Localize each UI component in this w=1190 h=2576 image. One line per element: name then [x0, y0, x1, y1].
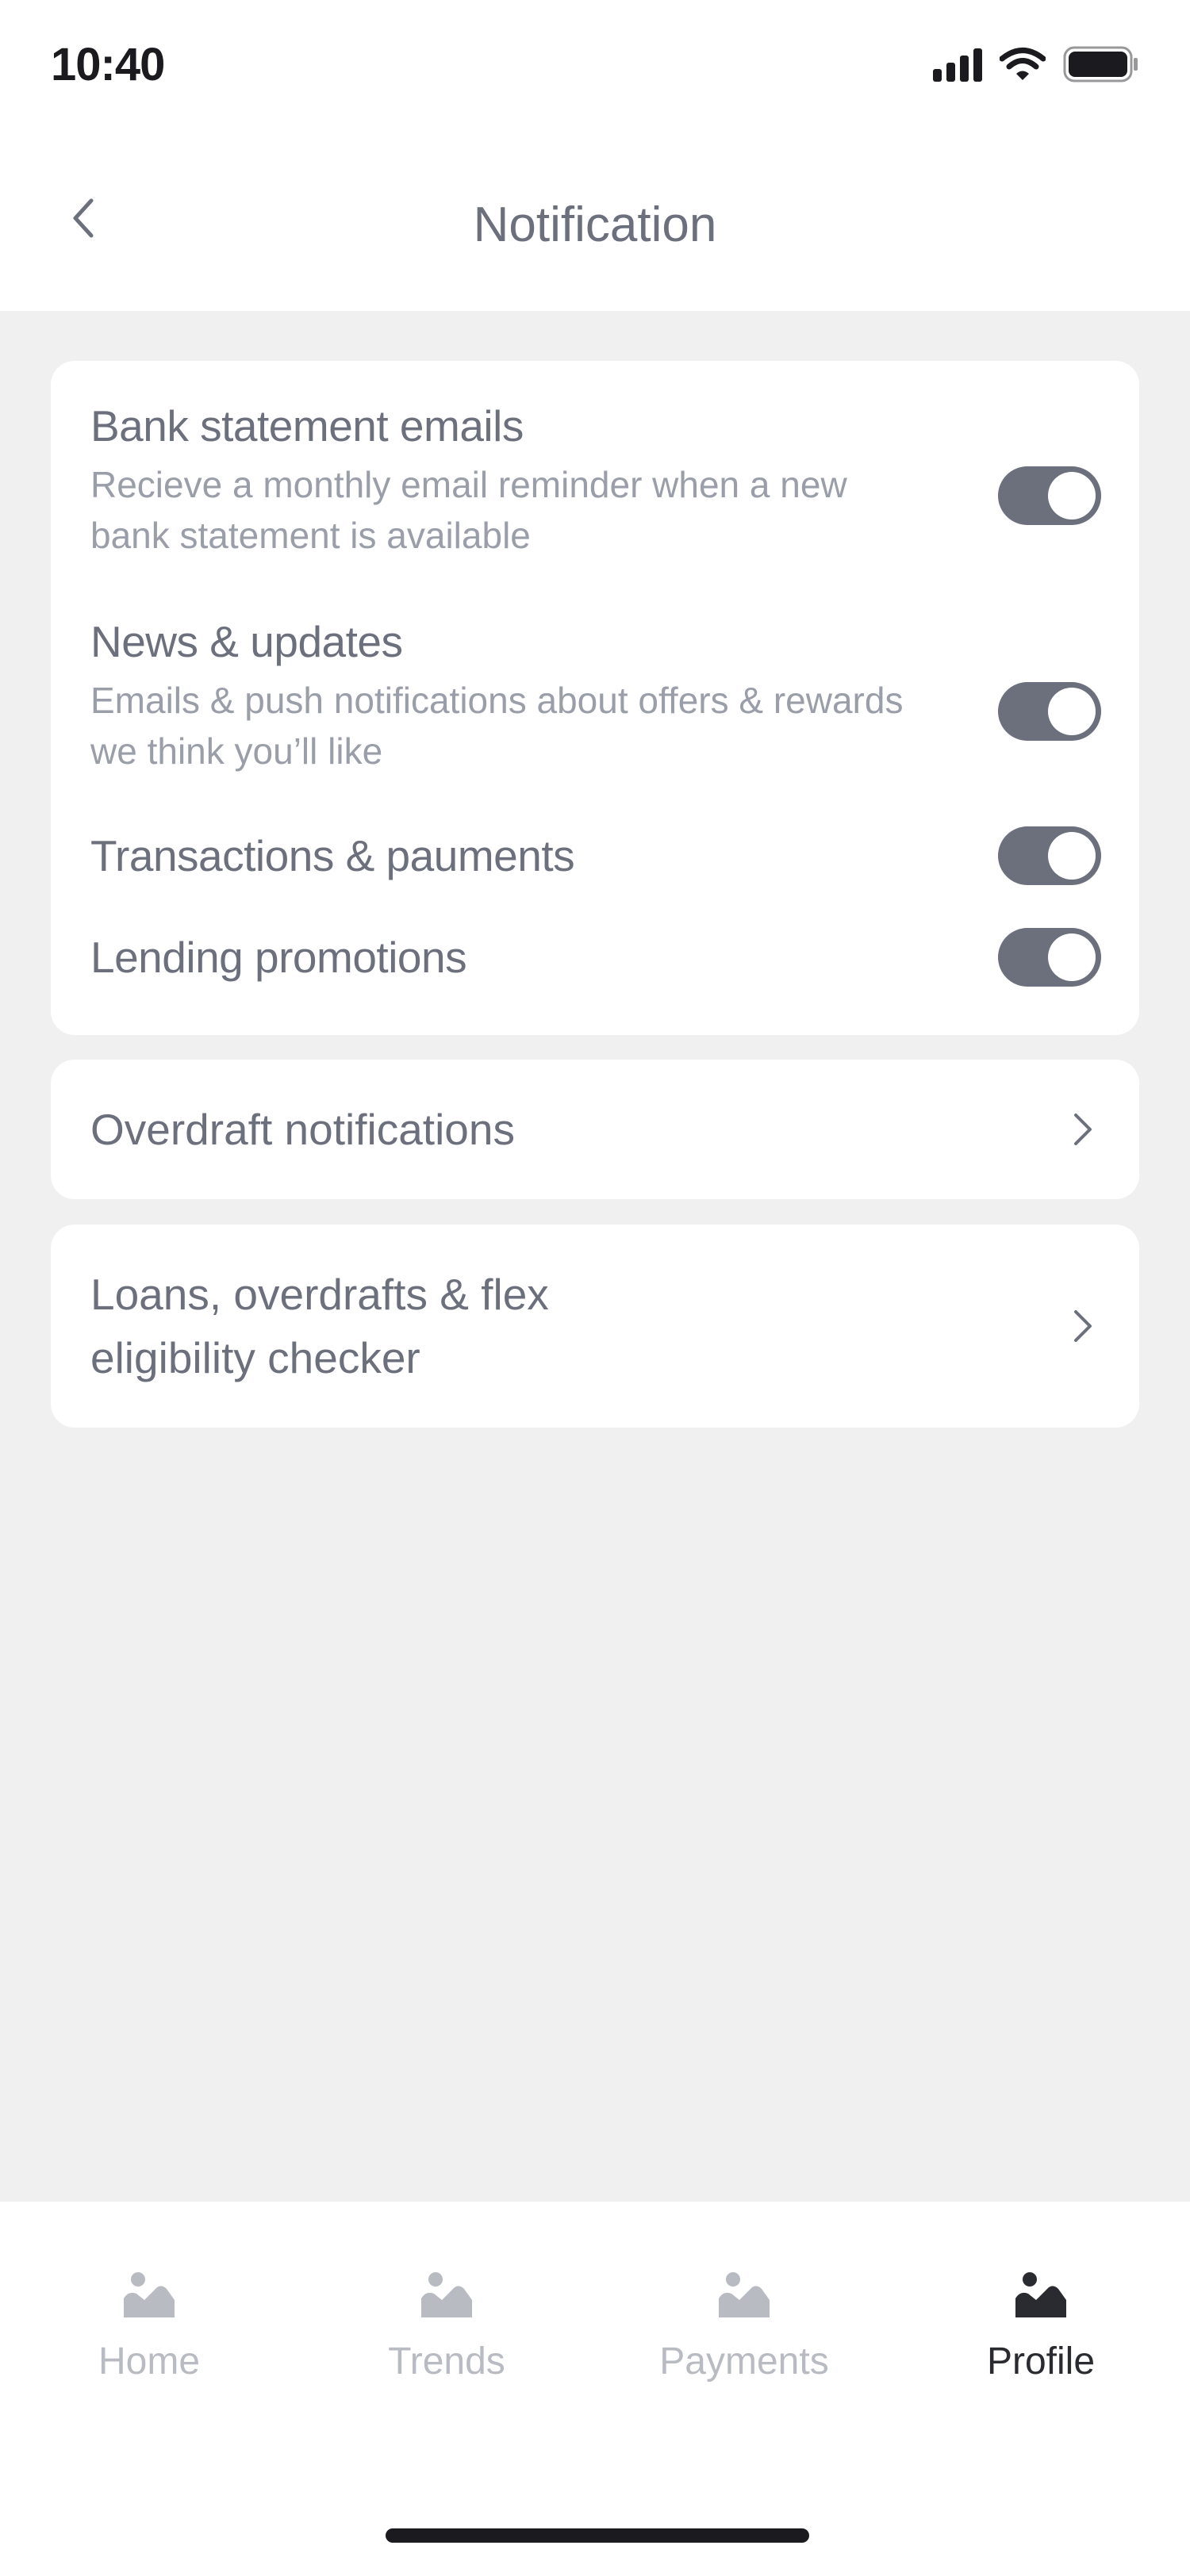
tab-label: Payments [659, 2340, 829, 2382]
tab-label: Home [98, 2340, 201, 2382]
toggle-knob [1048, 472, 1096, 519]
chevron-right-icon [1074, 1310, 1092, 1342]
toggle-knob [1048, 832, 1096, 880]
news-updates-toggle[interactable] [998, 682, 1101, 741]
transactions-payments-toggle[interactable] [998, 826, 1101, 885]
tab-label: Trends [388, 2340, 505, 2382]
setting-transactions-payments: Transactions & pauments [90, 826, 1101, 885]
setting-description: Recieve a monthly email reminder when a … [90, 464, 847, 556]
image-placeholder-icon [1015, 2272, 1066, 2317]
page-title: Notification [473, 197, 717, 252]
home-indicator[interactable] [386, 2528, 809, 2543]
toggle-knob [1048, 688, 1096, 735]
link-label-line1: Loans, overdrafts & flex [90, 1270, 549, 1319]
cellular-signal-icon [933, 47, 982, 82]
link-label-line2: eligibility checker [90, 1333, 420, 1382]
setting-title: Transactions & pauments [90, 831, 575, 880]
setting-bank-statement-emails: Bank statement emails Recieve a monthly … [90, 399, 1101, 561]
image-placeholder-icon [719, 2272, 770, 2317]
tab-home[interactable]: Home [30, 2265, 268, 2383]
tab-label: Profile [986, 2340, 1096, 2382]
notification-settings-card: Bank statement emails Recieve a monthly … [51, 361, 1139, 1035]
wifi-icon [1000, 48, 1046, 80]
setting-title: News & updates [90, 617, 403, 666]
setting-lending-promotions: Lending promotions [90, 928, 1101, 987]
status-bar: 10:40 [0, 0, 1190, 135]
link-label: Overdraft notifications [90, 1105, 515, 1154]
image-placeholder-icon [421, 2272, 472, 2317]
chevron-right-icon [1074, 1114, 1092, 1145]
lending-promotions-toggle[interactable] [998, 928, 1101, 987]
tab-payments[interactable]: Payments [625, 2265, 863, 2383]
tab-trends[interactable]: Trends [328, 2265, 566, 2383]
toggle-knob [1048, 933, 1096, 981]
setting-title: Lending promotions [90, 933, 467, 982]
setting-description: Emails & push notifications about offers… [90, 680, 904, 772]
top-navigation: Notification [0, 135, 1190, 311]
status-icons [933, 46, 1139, 82]
bank-statement-emails-toggle[interactable] [998, 466, 1101, 525]
eligibility-checker-link[interactable]: Loans, overdrafts & flex eligibility che… [51, 1225, 1139, 1428]
tab-profile[interactable]: Profile [922, 2265, 1160, 2383]
overdraft-notifications-link[interactable]: Overdraft notifications [51, 1060, 1139, 1199]
status-time: 10:40 [51, 39, 165, 90]
bottom-tab-bar: Home Trends Payments Profile [0, 2202, 1190, 2576]
setting-news-updates: News & updates Emails & push notificatio… [90, 615, 1101, 776]
setting-title: Bank statement emails [90, 401, 524, 450]
battery-icon [1063, 46, 1138, 82]
image-placeholder-icon [124, 2272, 175, 2317]
